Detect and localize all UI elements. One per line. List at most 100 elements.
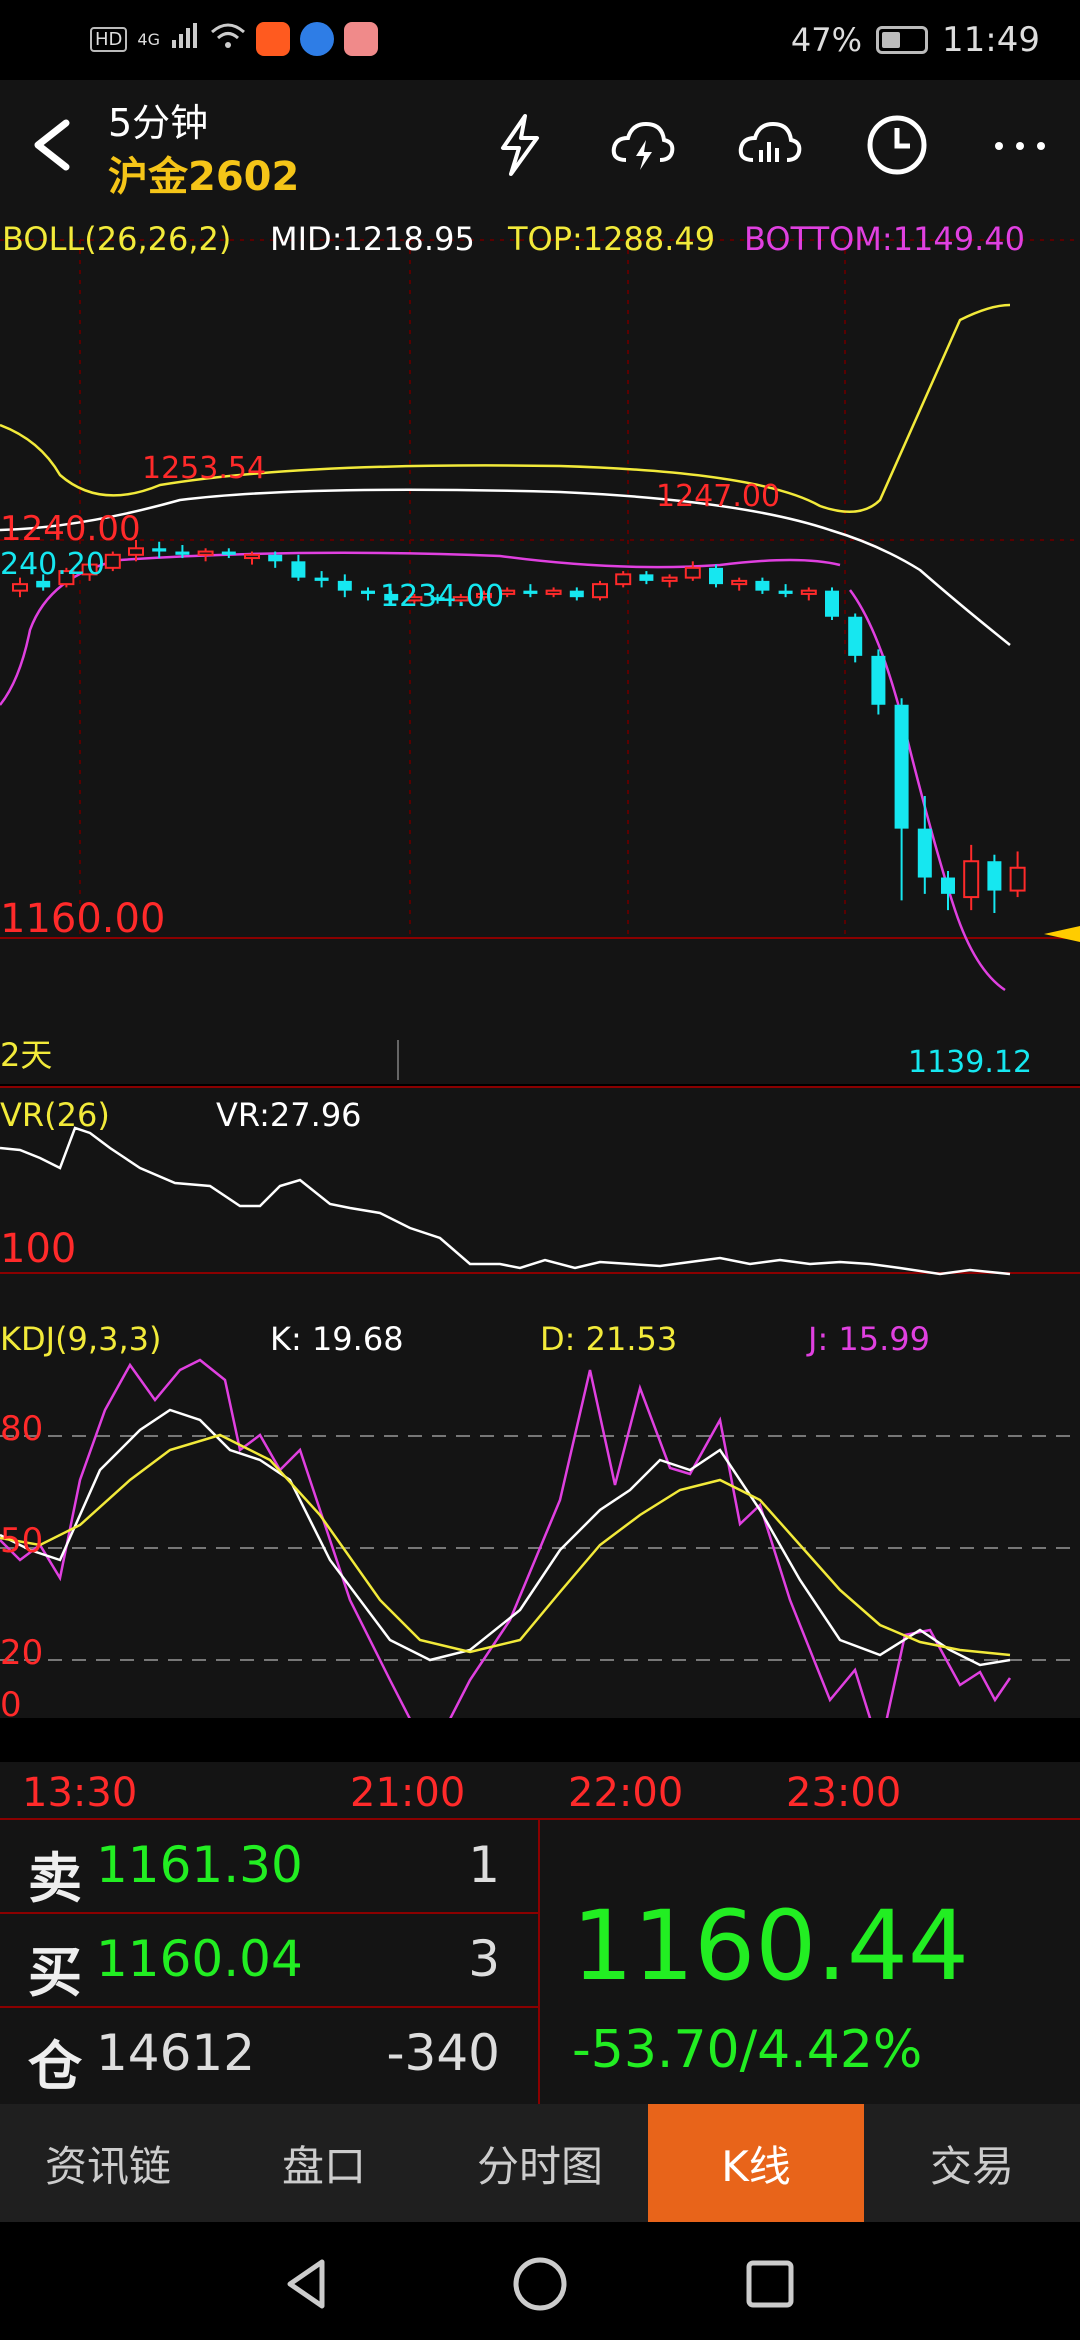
candle-body: [592, 583, 608, 599]
candle-body: [569, 590, 584, 598]
candle-body: [268, 554, 283, 562]
period-selector[interactable]: 5分钟: [108, 92, 208, 147]
vr-panel: VR(26) VR:27.96 100: [0, 1086, 1080, 1312]
time-label: 22:00: [568, 1770, 684, 1816]
circle-home-icon: [513, 2257, 567, 2311]
kdj-chart[interactable]: KDJ(9,3,3) K: 19.68 D: 21.53 J: 15.99 80…: [0, 1310, 1080, 1718]
tab-intraday[interactable]: 分时图: [432, 2104, 648, 2222]
current-price-marker: [1044, 926, 1080, 942]
vr-level-label: 100: [0, 1226, 76, 1272]
battery-icon: [876, 26, 929, 54]
status-left: HD 4G: [90, 22, 378, 56]
candle-body: [848, 616, 863, 656]
candle-body: [314, 577, 329, 581]
cloud-chart-button[interactable]: [735, 110, 805, 180]
candles-group: [12, 540, 1026, 913]
network-label: 4G: [137, 29, 160, 49]
cloud-flash-button[interactable]: [608, 110, 678, 180]
kdj-panel: KDJ(9,3,3) K: 19.68 D: 21.53 J: 15.99 80…: [0, 1310, 1080, 1718]
shop-notification-icon: [343, 22, 378, 56]
kdj-level-20: 20: [0, 1633, 43, 1673]
status-bar: HD 4G 47% 11:49: [0, 0, 1080, 80]
clock: 11:49: [942, 20, 1040, 60]
lightning-icon: [501, 114, 539, 176]
open-interest-row: 仓 14612 -340: [0, 2008, 540, 2100]
vr-value: VR:27.96: [216, 1096, 362, 1134]
candle-body: [639, 574, 654, 581]
kdj-level-50: 50: [0, 1521, 43, 1561]
kdj-title: KDJ(9,3,3): [0, 1320, 161, 1358]
high-label-1: 1253.54: [142, 451, 266, 486]
time-label: 13:30: [22, 1770, 138, 1816]
boll-bottom-value: BOTTOM:1149.40: [744, 220, 1025, 258]
candle-body: [291, 561, 306, 578]
time-label: 21:00: [350, 1770, 466, 1816]
candle-body: [825, 590, 839, 617]
nav-back-button[interactable]: [278, 2254, 338, 2314]
candle-body: [615, 573, 632, 586]
candle-body: [894, 704, 909, 829]
back-arrow-icon: [34, 119, 70, 171]
clock-icon: [867, 115, 927, 175]
candle-body: [175, 551, 190, 555]
last-price: 1160.44: [572, 1890, 969, 2002]
kdj-j-value: J: 15.99: [806, 1320, 930, 1358]
signal-icon: [170, 22, 200, 56]
candle-body: [709, 567, 723, 585]
candle-body: [941, 877, 955, 894]
nav-recents-button[interactable]: [740, 2254, 800, 2314]
price-level-label: 1160.00: [0, 896, 165, 942]
time-label: 23:00: [786, 1770, 902, 1816]
more-icon: [995, 142, 1045, 150]
high-label-2: 1247.00: [656, 479, 780, 514]
history-button[interactable]: [862, 110, 932, 180]
vr-title: VR(26): [0, 1096, 110, 1134]
status-right: 47% 11:49: [791, 20, 1040, 60]
candle-body: [684, 566, 701, 579]
oi-key: 仓: [28, 2035, 82, 2098]
candle-body: [221, 551, 236, 555]
back-button[interactable]: [24, 115, 84, 175]
boll-title: BOLL(26,26,2): [2, 220, 231, 258]
left-price-label: 1240.00: [0, 509, 141, 549]
triangle-back-icon: [287, 2259, 325, 2309]
candle-body: [128, 547, 144, 556]
candle-body: [244, 553, 260, 560]
low-label-1: 1234.00: [380, 579, 504, 614]
candle-body: [337, 580, 352, 591]
ask-qty: 1: [468, 1836, 500, 1894]
flash-order-button[interactable]: [485, 110, 555, 180]
kdj-d-value: D: 21.53: [540, 1320, 677, 1358]
ask-row[interactable]: 卖 1161.30 1: [0, 1820, 540, 1912]
bid-price: 1160.04: [96, 1930, 303, 1988]
candle-body: [987, 861, 1002, 891]
candle-body: [152, 548, 167, 552]
oi-change: -340: [386, 2024, 500, 2082]
price-change: -53.70/4.42%: [572, 2020, 923, 2080]
tab-market-depth[interactable]: 盘口: [216, 2104, 432, 2222]
vr-line: [0, 1126, 1011, 1276]
contract-name[interactable]: 沪金2602: [108, 144, 299, 202]
candlestick-chart[interactable]: BOLL(26,26,2) MID:1218.95 TOP:1288.49 BO…: [0, 210, 1080, 1084]
bid-key: 买: [28, 1941, 82, 2004]
cloud-chart-icon: [738, 121, 802, 162]
tab-news-chain[interactable]: 资讯链: [0, 2104, 216, 2222]
nav-home-button[interactable]: [510, 2254, 570, 2314]
bid-row[interactable]: 买 1160.04 3: [0, 1914, 540, 2006]
ask-key: 卖: [28, 1847, 82, 1910]
battery-percent: 47%: [790, 21, 863, 59]
tab-kline[interactable]: K线: [648, 2104, 864, 2222]
vr-chart[interactable]: VR(26) VR:27.96 100: [0, 1088, 1080, 1312]
days-label: 2天: [0, 1036, 52, 1074]
candle-body: [361, 590, 375, 594]
boll-bottom-line-drop: [848, 589, 1006, 992]
candle-body: [523, 590, 538, 594]
tab-trade[interactable]: 交易: [864, 2104, 1080, 2222]
more-button[interactable]: [985, 110, 1055, 180]
open-interest: 14612: [96, 2024, 256, 2082]
candle-body: [731, 579, 748, 586]
main-chart-panel: BOLL(26,26,2) MID:1218.95 TOP:1288.49 BO…: [0, 210, 1080, 1084]
candle-body: [1009, 866, 1026, 892]
kdj-j-line: [0, 1358, 1012, 1718]
header: 5分钟 沪金2602: [0, 80, 1080, 210]
